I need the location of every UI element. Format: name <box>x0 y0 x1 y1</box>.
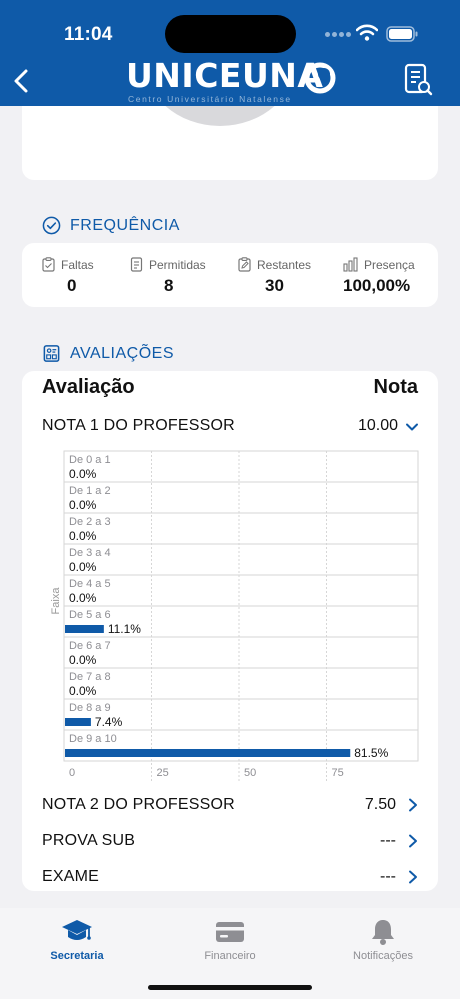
frequencia-card: Faltas 0 Permitidas 8 Restantes 30 Prese… <box>22 243 438 307</box>
chart-value-label: 11.1% <box>108 622 141 636</box>
stat-restantes-label: Restantes <box>257 257 312 272</box>
chart-category-label: De 8 a 9 <box>69 702 111 714</box>
check-circle-icon <box>42 216 61 235</box>
chart-category-label: De 0 a 1 <box>69 454 111 466</box>
profile-card <box>22 106 438 180</box>
stat-faltas-value: 0 <box>67 276 77 295</box>
clipboard-edit-icon <box>238 257 251 272</box>
stat-permitidas: Permitidas 8 <box>130 243 230 307</box>
chart-x-tick-label: 25 <box>157 767 169 779</box>
chart-x-tick-label: 75 <box>332 767 344 779</box>
tab-notificacoes-label: Notificações <box>353 950 413 962</box>
stat-presenca: Presença 100,00% <box>342 243 432 307</box>
chevron-right-icon[interactable] <box>407 834 419 848</box>
battery-icon <box>386 26 418 42</box>
chart-value-label: 0.0% <box>69 653 97 667</box>
chart-value-label: 81.5% <box>354 746 388 760</box>
column-header-nota: Nota <box>373 376 418 398</box>
document-icon <box>130 257 143 272</box>
bar-chart-icon <box>343 257 358 272</box>
chart-value-label: 0.0% <box>69 529 97 543</box>
stat-presenca-value: 100,00% <box>343 276 411 295</box>
uniceuna-logo: UNICEUNA Centro Universitário Natalense <box>120 56 340 104</box>
frequencia-title: FREQUÊNCIA <box>70 216 180 234</box>
grade-row-label: EXAME <box>42 868 100 885</box>
avatar <box>142 106 298 126</box>
chart-category-label: De 9 a 10 <box>69 733 117 745</box>
chart-category-label: De 7 a 8 <box>69 671 111 683</box>
status-time: 11:04 <box>64 24 113 45</box>
credit-card-icon <box>216 922 244 942</box>
frequencia-section-title: FREQUÊNCIA <box>42 216 180 235</box>
avaliacoes-title: AVALIAÇÕES <box>70 344 174 362</box>
logo-text: UNICEUNA <box>126 56 324 95</box>
chart-value-label: 0.0% <box>69 560 97 574</box>
logo-swoosh-icon <box>304 62 336 94</box>
stat-permitidas-label: Permitidas <box>149 257 206 272</box>
chevron-right-icon[interactable] <box>407 870 419 884</box>
grade-distribution-chart: Faixa 0 25 50 75 De 0 a 1 0.0% De 1 a 2 0.0% De … <box>42 449 420 781</box>
grade-row-label: PROVA SUB <box>42 832 136 849</box>
wifi-icon <box>356 24 378 41</box>
chart-category-label: De 5 a 6 <box>69 609 111 621</box>
grade-row-label: NOTA 2 DO PROFESSOR <box>42 796 235 813</box>
chart-bar <box>65 749 351 757</box>
back-chevron-icon[interactable] <box>8 64 36 98</box>
stat-restantes: Restantes 30 <box>238 243 338 307</box>
clipboard-icon <box>42 257 55 272</box>
chart-bar <box>65 718 91 726</box>
tab-financeiro-label: Financeiro <box>204 950 256 962</box>
chart-x-tick-label: 50 <box>244 767 256 779</box>
tab-financeiro[interactable]: Financeiro <box>170 918 290 962</box>
stat-faltas-label: Faltas <box>61 257 94 272</box>
home-indicator <box>148 985 312 990</box>
chart-value-label: 7.4% <box>95 715 123 729</box>
dynamic-island <box>165 15 296 53</box>
tab-secretaria[interactable]: Secretaria <box>17 918 137 962</box>
tab-notificacoes[interactable]: Notificações <box>323 918 443 962</box>
chart-category-label: De 6 a 7 <box>69 640 111 652</box>
chevron-down-icon[interactable] <box>405 420 419 434</box>
grade-row-value: --- <box>380 832 396 849</box>
tab-secretaria-label: Secretaria <box>50 950 104 962</box>
stat-permitidas-value: 8 <box>164 276 174 295</box>
chart-category-label: De 3 a 4 <box>69 547 111 559</box>
grade-report-icon <box>43 345 60 362</box>
avaliacoes-section-title: AVALIAÇÕES <box>42 344 174 363</box>
stat-faltas: Faltas 0 <box>42 243 122 307</box>
grade-row-label: NOTA 1 DO PROFESSOR <box>42 417 235 434</box>
stat-restantes-value: 30 <box>265 276 284 295</box>
bell-icon <box>372 920 394 945</box>
grade-row-value: 10.00 <box>357 417 398 434</box>
cellular-signal-icon <box>325 32 353 38</box>
chart-category-label: De 2 a 3 <box>69 516 111 528</box>
chart-value-label: 0.0% <box>69 591 97 605</box>
chart-value-label: 0.0% <box>69 684 97 698</box>
chart-category-label: De 1 a 2 <box>69 485 111 497</box>
chevron-right-icon[interactable] <box>407 798 419 812</box>
chart-value-label: 0.0% <box>69 467 97 481</box>
chart-value-label: 0.0% <box>69 498 97 512</box>
chart-plot: 0 25 50 75De 0 a 10.0%De 1 a 20.0%De 2 a 30… <box>63 450 419 781</box>
graduation-cap-icon <box>62 920 92 940</box>
column-header-avaliacao: Avaliação <box>42 376 135 398</box>
chart-category-label: De 4 a 5 <box>69 578 111 590</box>
status-bar: 11:04 <box>0 0 460 60</box>
chart-bar <box>65 625 104 633</box>
grade-row-value: 7.50 <box>364 796 396 813</box>
chart-x-tick-label: 0 <box>69 767 75 779</box>
stat-presenca-label: Presença <box>364 257 415 272</box>
report-search-icon[interactable] <box>402 62 434 98</box>
app-header: 11:04 UNICEUNA Centro Universitário Nata… <box>0 0 460 106</box>
grade-row-value: --- <box>380 868 396 885</box>
logo-tagline: Centro Universitário Natalense <box>128 94 292 104</box>
